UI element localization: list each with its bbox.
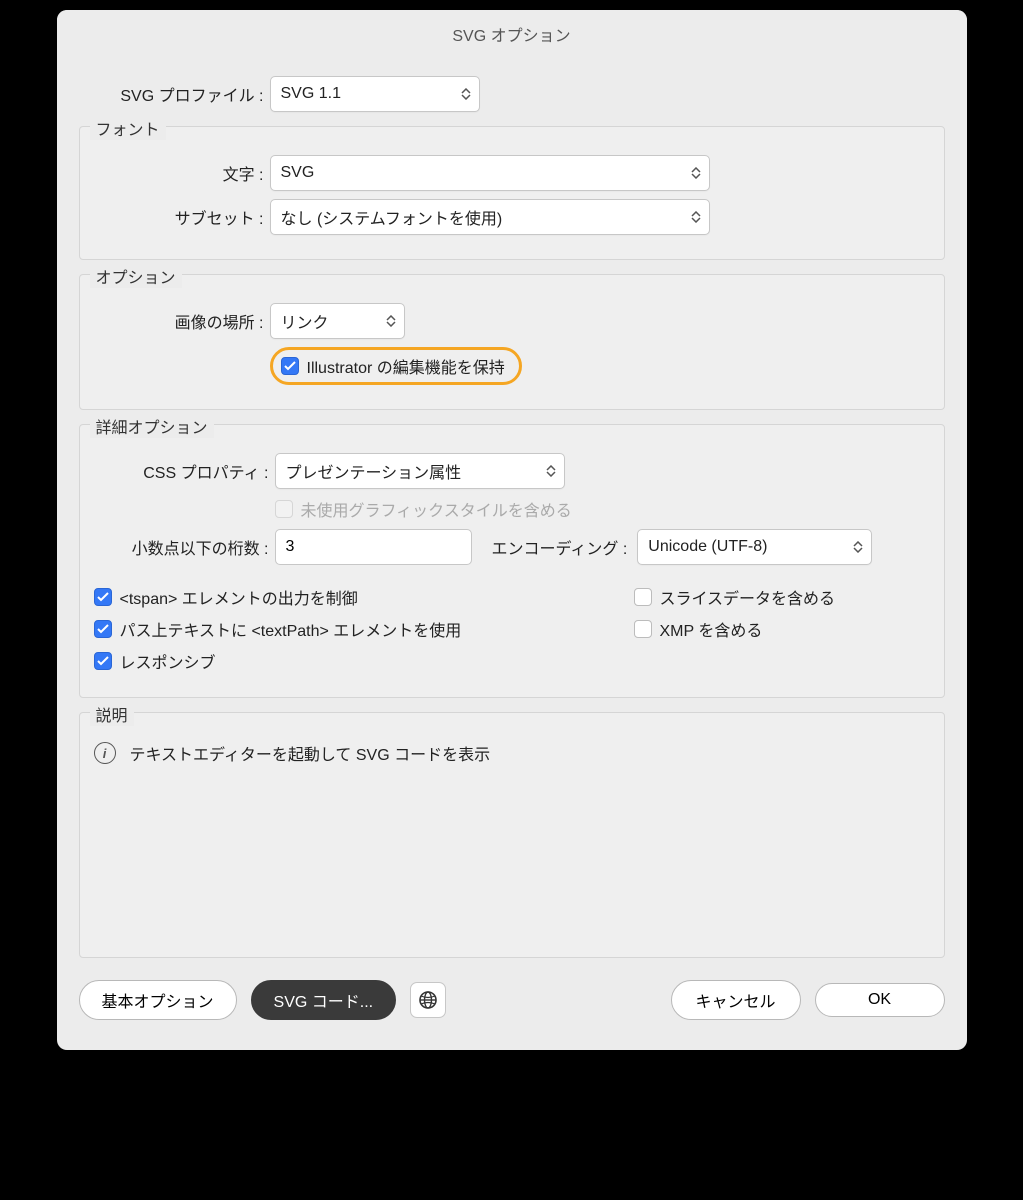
- image-location-select[interactable]: リンク: [270, 303, 405, 339]
- preview-web-button[interactable]: [410, 982, 446, 1018]
- css-props-label: CSS プロパティ :: [94, 459, 275, 483]
- checkbox-disabled-icon: [275, 500, 293, 518]
- options-fieldset: オプション 画像の場所 : リンク: [79, 274, 945, 410]
- font-fieldset: フォント 文字 : SVG サブセット : なし (システムフォントを使用): [79, 126, 945, 260]
- xmp-checkbox[interactable]: XMP を含める: [634, 617, 930, 641]
- font-subset-value: なし (システムフォントを使用): [281, 205, 503, 229]
- decimals-label: 小数点以下の桁数 :: [94, 535, 275, 559]
- chevron-updown-icon: [691, 167, 701, 179]
- cancel-button[interactable]: キャンセル: [671, 980, 801, 1020]
- css-props-select[interactable]: プレゼンテーション属性: [275, 453, 565, 489]
- font-type-label: 文字 :: [94, 161, 270, 185]
- font-legend: フォント: [90, 116, 166, 140]
- preserve-ai-label: Illustrator の編集機能を保持: [307, 354, 505, 378]
- dialog-title: SVG オプション: [57, 10, 967, 56]
- unused-styles-checkbox: 未使用グラフィックスタイルを含める: [275, 497, 572, 521]
- preserve-ai-checkbox[interactable]: Illustrator の編集機能を保持: [281, 354, 505, 378]
- tspan-checkbox[interactable]: <tspan> エレメントの出力を制御: [94, 585, 634, 609]
- image-location-value: リンク: [281, 309, 329, 333]
- slice-checkbox[interactable]: スライスデータを含める: [634, 585, 930, 609]
- dialog-content: SVG プロファイル : SVG 1.1 フォント 文字 : SVG: [57, 56, 967, 958]
- encoding-select[interactable]: Unicode (UTF-8): [637, 529, 872, 565]
- font-type-select[interactable]: SVG: [270, 155, 710, 191]
- checkbox-checked-icon: [94, 652, 112, 670]
- description-fieldset: 説明 i テキストエディターを起動して SVG コードを表示: [79, 712, 945, 958]
- chevron-updown-icon: [691, 211, 701, 223]
- svg-profile-value: SVG 1.1: [281, 85, 341, 103]
- description-legend: 説明: [90, 702, 134, 726]
- css-props-value: プレゼンテーション属性: [286, 459, 462, 483]
- checkbox-unchecked-icon: [634, 588, 652, 606]
- textpath-checkbox[interactable]: パス上テキストに <textPath> エレメントを使用: [94, 617, 634, 641]
- checkbox-unchecked-icon: [634, 620, 652, 638]
- font-type-value: SVG: [281, 164, 315, 182]
- chevron-updown-icon: [546, 465, 556, 477]
- info-icon: i: [94, 742, 116, 764]
- textpath-label: パス上テキストに <textPath> エレメントを使用: [120, 617, 462, 641]
- chevron-updown-icon: [386, 315, 396, 327]
- globe-icon: [418, 990, 438, 1010]
- font-subset-label: サブセット :: [94, 205, 270, 229]
- responsive-label: レスポンシブ: [120, 649, 216, 673]
- svg-profile-row: SVG プロファイル : SVG 1.1: [79, 76, 945, 112]
- advanced-legend: 詳細オプション: [90, 414, 214, 438]
- advanced-fieldset: 詳細オプション CSS プロパティ : プレゼンテーション属性 未使用グラフィッ…: [79, 424, 945, 698]
- checkbox-checked-icon: [94, 588, 112, 606]
- ok-button[interactable]: OK: [815, 983, 945, 1017]
- responsive-checkbox[interactable]: レスポンシブ: [94, 649, 634, 673]
- preserve-ai-highlight: Illustrator の編集機能を保持: [270, 347, 522, 385]
- chevron-updown-icon: [853, 541, 863, 553]
- decimals-input[interactable]: [275, 529, 472, 565]
- basic-options-button[interactable]: 基本オプション: [79, 980, 237, 1020]
- xmp-label: XMP を含める: [660, 617, 763, 641]
- dialog-footer: 基本オプション SVG コード... キャンセル OK: [57, 972, 967, 1020]
- checkbox-checked-icon: [281, 357, 299, 375]
- tspan-label: <tspan> エレメントの出力を制御: [120, 585, 358, 609]
- encoding-value: Unicode (UTF-8): [648, 538, 767, 556]
- svg-profile-label: SVG プロファイル :: [79, 82, 270, 106]
- svg-options-dialog: SVG オプション SVG プロファイル : SVG 1.1 フォント 文字 :…: [57, 10, 967, 1050]
- slice-label: スライスデータを含める: [660, 585, 836, 609]
- unused-styles-label: 未使用グラフィックスタイルを含める: [301, 497, 572, 521]
- encoding-label: エンコーディング :: [472, 535, 634, 559]
- description-text: テキストエディターを起動して SVG コードを表示: [130, 741, 491, 765]
- svg-profile-select[interactable]: SVG 1.1: [270, 76, 480, 112]
- checkbox-checked-icon: [94, 620, 112, 638]
- svg-code-button[interactable]: SVG コード...: [251, 980, 397, 1020]
- image-location-label: 画像の場所 :: [94, 309, 270, 333]
- options-legend: オプション: [90, 264, 182, 288]
- chevron-updown-icon: [461, 88, 471, 100]
- font-subset-select[interactable]: なし (システムフォントを使用): [270, 199, 710, 235]
